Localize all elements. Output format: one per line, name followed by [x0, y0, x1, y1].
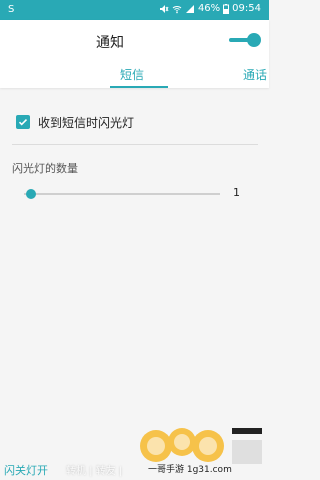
mute-icon — [159, 4, 169, 14]
flash-on-button[interactable]: 闪关灯开 — [4, 462, 48, 478]
battery-text: 46% — [197, 3, 221, 14]
status-bar: S 46% 09:54 — [0, 0, 269, 20]
toggle-thumb — [247, 33, 261, 47]
time-text: 09:54 — [232, 3, 261, 14]
sms-flash-option[interactable]: 收到短信时闪光灯 — [16, 112, 256, 132]
wifi-icon — [172, 4, 182, 14]
flash-count-value: 1 — [233, 186, 240, 199]
status-right-icons: 46% 09:54 — [159, 3, 261, 14]
slider-thumb[interactable] — [26, 189, 36, 199]
sms-flash-checkbox[interactable] — [16, 115, 30, 129]
watermark-text: 转机 | 转友 | — [66, 466, 123, 477]
check-icon — [18, 119, 28, 126]
tab-sms[interactable]: 短信 — [120, 66, 144, 83]
settings-content: 收到短信时闪光灯 闪光灯的数量 1 — [0, 88, 269, 428]
page-title: 通知 — [96, 35, 124, 51]
notification-header: 通知 短信 通话 — [0, 20, 269, 88]
tab-bar: 短信 通话 — [0, 64, 269, 88]
divider — [12, 144, 258, 145]
flash-count-title: 闪光灯的数量 — [12, 162, 78, 175]
flash-count-slider[interactable] — [24, 188, 220, 200]
notification-toggle[interactable] — [229, 33, 261, 48]
status-left-text: S — [8, 4, 15, 15]
slider-track — [24, 193, 220, 195]
tab-calls[interactable]: 通话 — [243, 66, 267, 83]
site-text: 一哥手游 1g31.com — [148, 465, 232, 475]
signal-icon — [185, 4, 195, 14]
sms-flash-label: 收到短信时闪光灯 — [38, 115, 135, 130]
battery-icon — [223, 3, 230, 14]
